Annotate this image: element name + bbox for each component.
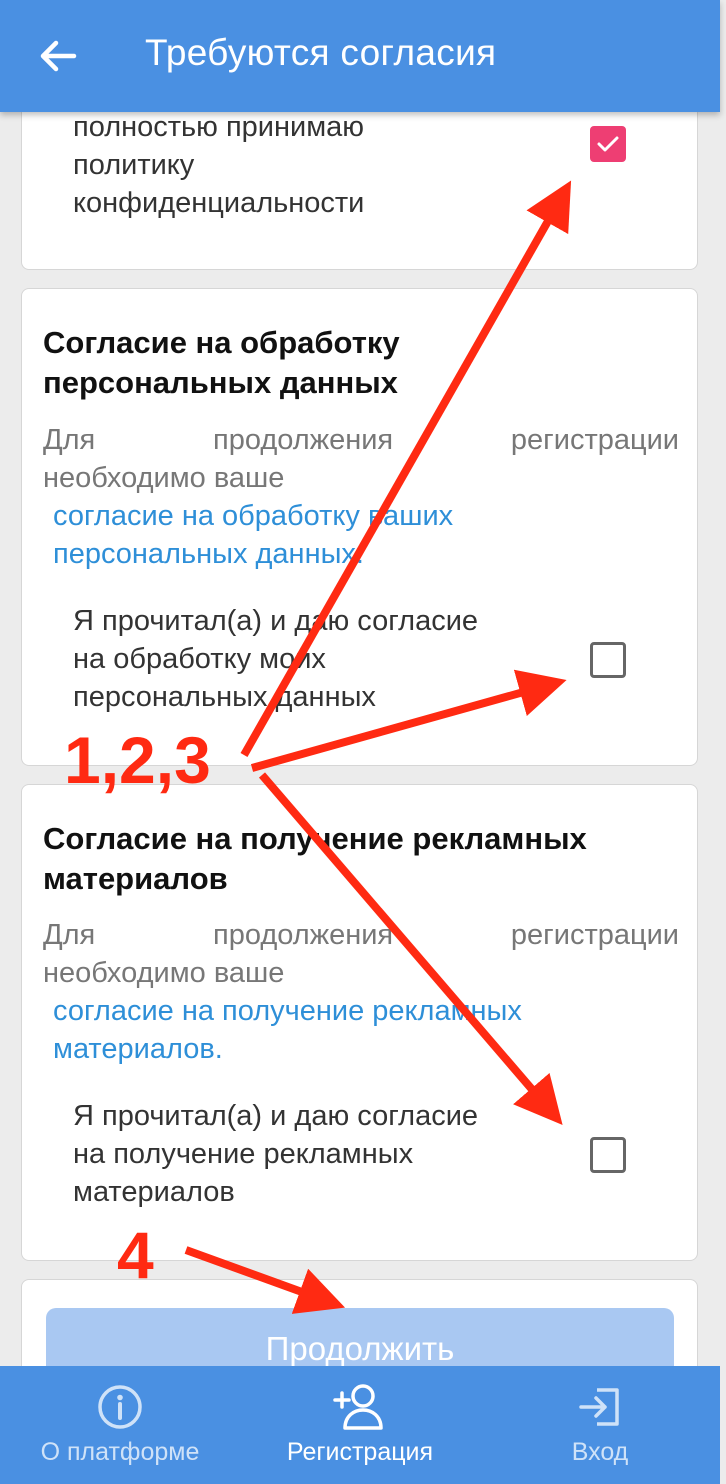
personal-data-title: Согласие на обработку персональных данны… bbox=[43, 325, 400, 400]
continue-button[interactable]: Продолжить bbox=[46, 1308, 674, 1366]
ads-check-label: Я прочитал(а) и даю согласие на получени… bbox=[73, 1100, 479, 1208]
ads-consent-checkbox[interactable] bbox=[590, 1137, 626, 1173]
privacy-check-label: полностью принимаю политику конфиденциал… bbox=[73, 111, 365, 219]
app-header: Требуются согласия bbox=[0, 0, 720, 112]
consents-scroll-area[interactable]: полностью принимаю политику конфиденциал… bbox=[0, 0, 720, 1366]
tab-label: Вход bbox=[571, 1438, 629, 1466]
personal-data-check-label: Я прочитал(а) и даю согласие на обработк… bbox=[73, 605, 479, 713]
tab-label: О платформе bbox=[40, 1438, 200, 1466]
info-circle-icon bbox=[98, 1385, 142, 1429]
ads-consent-card: Согласие на получение рекламных материал… bbox=[21, 784, 698, 1261]
add-user-icon bbox=[333, 1384, 383, 1430]
arrow-left-icon bbox=[40, 40, 77, 72]
checkmark-icon bbox=[597, 136, 619, 152]
continue-card: Продолжить bbox=[21, 1279, 698, 1366]
personal-data-consent-card: Согласие на обработку персональных данны… bbox=[21, 288, 698, 766]
privacy-policy-checkbox[interactable] bbox=[590, 126, 626, 162]
page-title: Требуются согласия bbox=[145, 32, 497, 73]
bottom-tab-bar: О платформе Регистрация Вход bbox=[0, 1366, 720, 1484]
personal-data-description: Для продолжения регистрации необходимо в… bbox=[43, 424, 679, 494]
personal-data-consent-link[interactable]: согласие на обработку ваших персональных… bbox=[53, 497, 653, 573]
tab-login[interactable]: Вход bbox=[520, 1366, 680, 1484]
tab-label: Регистрация bbox=[286, 1438, 434, 1466]
back-button[interactable] bbox=[30, 26, 86, 86]
tab-registration[interactable]: Регистрация bbox=[262, 1366, 458, 1484]
login-icon bbox=[579, 1388, 619, 1426]
annotation-label-step-4: 4 bbox=[117, 1218, 154, 1292]
ads-consent-link[interactable]: согласие на получение рекламных материал… bbox=[53, 992, 653, 1068]
ads-consent-description: Для продолжения регистрации необходимо в… bbox=[43, 919, 679, 989]
annotation-label-steps-1-3: 1,2,3 bbox=[64, 723, 211, 797]
tab-about-platform[interactable]: О платформе bbox=[20, 1366, 220, 1484]
ads-consent-title: Согласие на получение рекламных материал… bbox=[43, 821, 587, 896]
personal-data-checkbox[interactable] bbox=[590, 642, 626, 678]
